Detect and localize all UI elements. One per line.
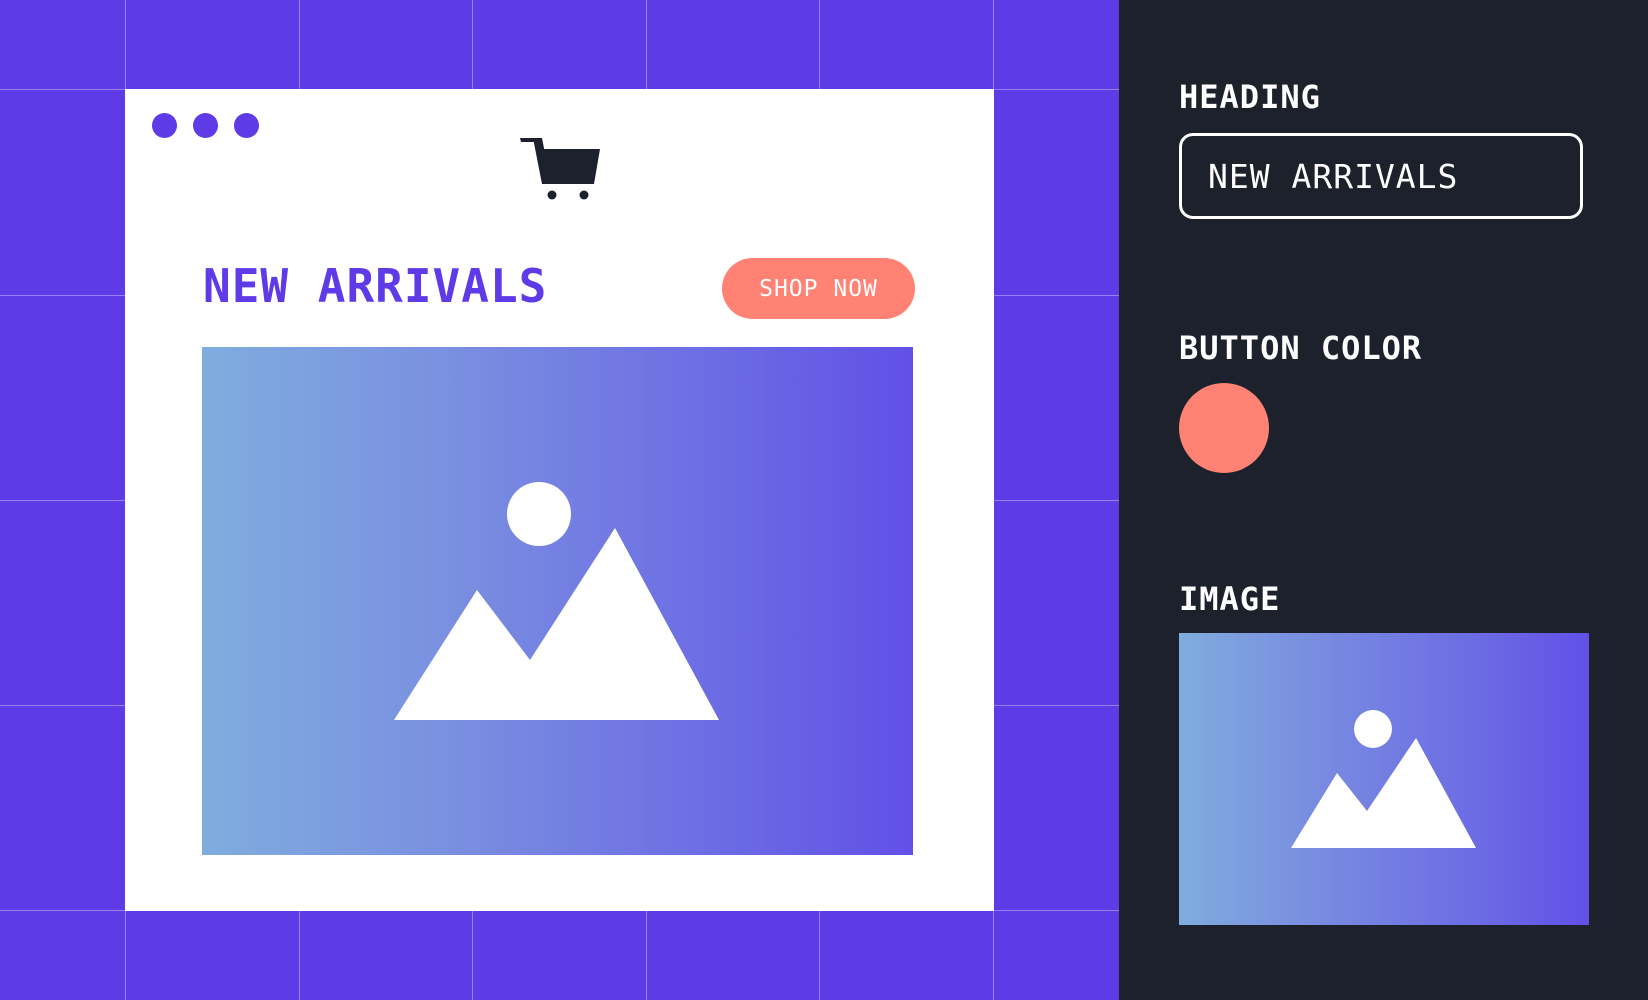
preview-window: NEW ARRIVALS SHOP NOW bbox=[125, 89, 994, 911]
design-canvas: NEW ARRIVALS SHOP NOW bbox=[0, 0, 1119, 1000]
shop-now-button[interactable]: SHOP NOW bbox=[722, 258, 915, 319]
window-dot-icon[interactable] bbox=[234, 113, 259, 138]
button-color-label: BUTTON COLOR bbox=[1179, 329, 1423, 367]
heading-field-label: HEADING bbox=[1179, 78, 1321, 116]
app-root: NEW ARRIVALS SHOP NOW HEADING BUTTON COL… bbox=[0, 0, 1648, 1000]
image-thumbnail[interactable] bbox=[1179, 633, 1589, 925]
window-dot-icon[interactable] bbox=[152, 113, 177, 138]
window-controls bbox=[152, 113, 259, 138]
heading-input[interactable] bbox=[1179, 133, 1583, 219]
properties-panel: HEADING BUTTON COLOR IMAGE bbox=[1119, 0, 1648, 1000]
hero-image[interactable] bbox=[202, 347, 913, 855]
button-color-swatch[interactable] bbox=[1179, 383, 1269, 473]
image-placeholder-icon bbox=[1291, 710, 1476, 848]
shopping-cart-icon[interactable] bbox=[518, 134, 603, 204]
window-dot-icon[interactable] bbox=[193, 113, 218, 138]
preview-heading: NEW ARRIVALS bbox=[203, 259, 548, 313]
image-field-label: IMAGE bbox=[1179, 580, 1281, 618]
image-placeholder-icon bbox=[394, 482, 719, 720]
